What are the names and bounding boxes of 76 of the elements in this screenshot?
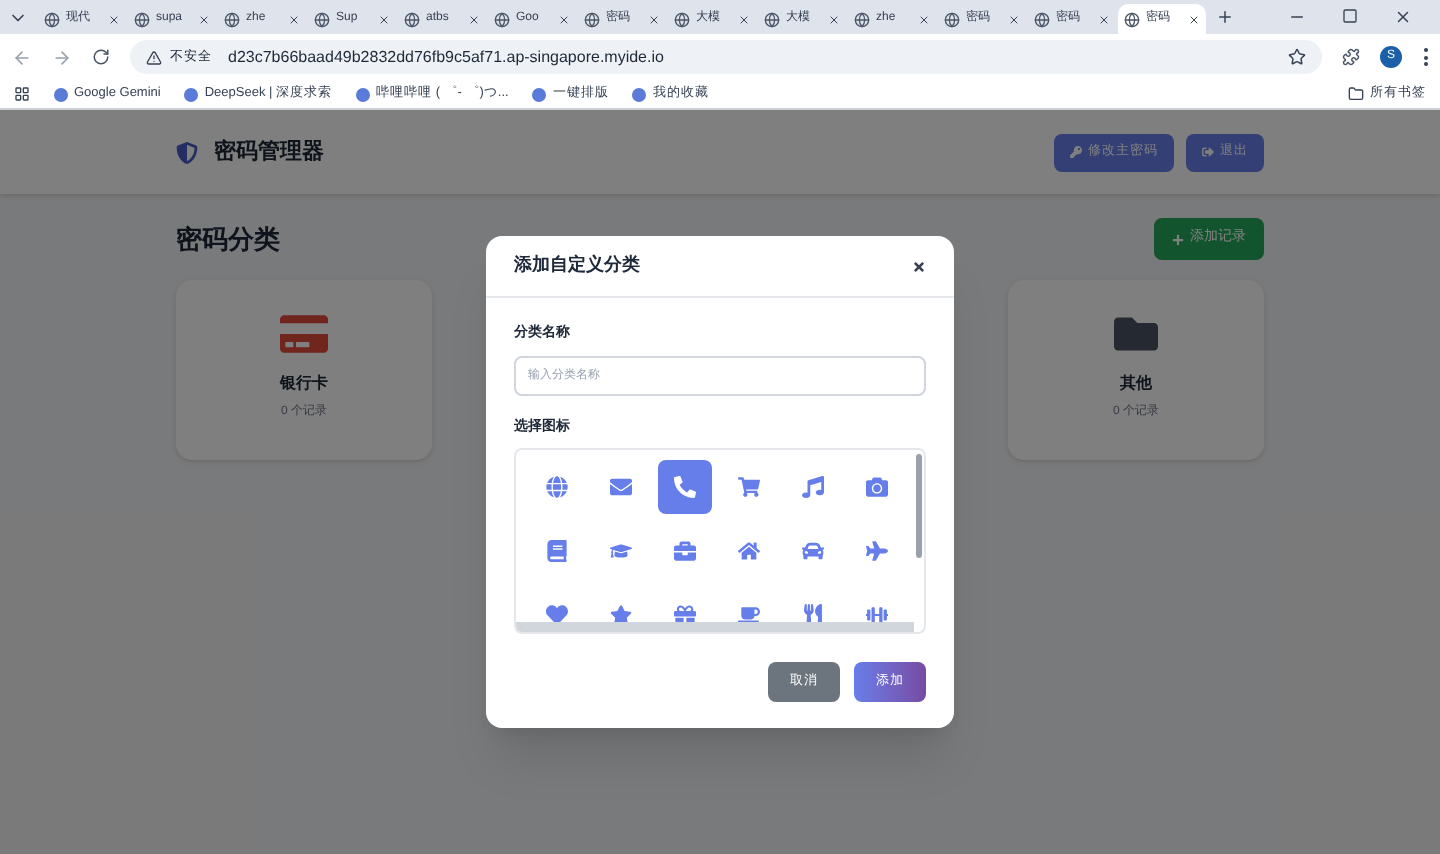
close-icon[interactable] [558, 13, 570, 25]
cart-icon [737, 476, 759, 498]
folder-icon [1348, 86, 1364, 102]
globe-icon [44, 11, 60, 27]
menu-icon[interactable] [1422, 48, 1428, 66]
close-icon[interactable] [828, 13, 840, 25]
close-icon[interactable] [1188, 13, 1200, 25]
app-title: 密码管理器 [214, 137, 324, 168]
category-name: 银行卡 [280, 372, 328, 396]
category-name: 其他 [1120, 372, 1152, 396]
sign-out-icon [1202, 146, 1214, 158]
music-note-icon [801, 476, 823, 498]
phone-icon [673, 476, 695, 498]
apps-icon[interactable] [14, 86, 30, 102]
graduation-cap-icon [609, 540, 631, 562]
globe-icon [764, 11, 780, 27]
close-icon[interactable] [1098, 13, 1110, 25]
house-icon [737, 540, 759, 562]
book-icon [545, 540, 567, 562]
close-icon[interactable] [198, 13, 210, 25]
extensions-icon[interactable] [1342, 48, 1360, 66]
new-tab-icon[interactable] [1216, 8, 1234, 26]
fork-knife-icon [801, 604, 823, 626]
bookmark-icon [532, 87, 547, 101]
globe-icon [314, 11, 330, 27]
close-button[interactable] [912, 259, 926, 273]
globe-icon [134, 11, 150, 27]
close-icon[interactable] [108, 13, 120, 25]
bookmark-icon [54, 87, 68, 101]
bookmark-star-icon[interactable] [1288, 48, 1306, 66]
globe-icon [584, 11, 600, 27]
icon-option[interactable] [657, 460, 711, 514]
globe-icon [674, 11, 690, 27]
briefcase-icon [673, 540, 695, 562]
close-icon[interactable] [378, 13, 390, 25]
reload-icon[interactable] [92, 48, 110, 66]
back-icon[interactable] [12, 47, 32, 67]
section-title: 密码分类 [176, 221, 280, 258]
heart-icon [545, 604, 567, 626]
shield-icon [176, 141, 198, 163]
globe-icon [1124, 11, 1140, 27]
close-icon[interactable] [918, 13, 930, 25]
plane-icon [865, 540, 887, 562]
camera-icon [865, 476, 887, 498]
plus-icon [1172, 233, 1184, 245]
envelope-icon [609, 476, 631, 498]
close-icon [912, 259, 926, 273]
close-icon[interactable] [1008, 13, 1020, 25]
forward-icon[interactable] [52, 47, 72, 67]
key-icon [1070, 146, 1082, 158]
globe-icon [404, 11, 420, 27]
close-icon[interactable] [288, 13, 300, 25]
bookmark-icon [184, 87, 199, 101]
credit-card-icon [280, 312, 328, 356]
globe-icon [944, 11, 960, 27]
mug-icon [737, 604, 759, 626]
bookmark-icon [632, 87, 647, 101]
globe-icon [545, 476, 567, 498]
close-icon[interactable] [1394, 8, 1412, 26]
vertical-scrollbar[interactable] [916, 454, 922, 558]
warning-icon [146, 49, 162, 65]
bookmark-icon [356, 87, 371, 101]
globe-icon [494, 11, 510, 27]
close-icon[interactable] [468, 13, 480, 25]
close-icon[interactable] [648, 13, 660, 25]
globe-icon [1034, 11, 1050, 27]
dumbbell-icon [865, 604, 887, 626]
horizontal-scrollbar[interactable] [516, 622, 914, 632]
close-icon[interactable] [738, 13, 750, 25]
dialog-title: 添加自定义分类 [514, 252, 640, 279]
car-icon [801, 540, 823, 562]
maximize-icon[interactable] [1342, 8, 1358, 24]
globe-icon [224, 11, 240, 27]
globe-icon [854, 11, 870, 27]
url-text: d23c7b66baad49b2832dd76fb9c5af71.ap-singapore.myide.io [228, 45, 664, 69]
folder-icon [1114, 312, 1158, 356]
